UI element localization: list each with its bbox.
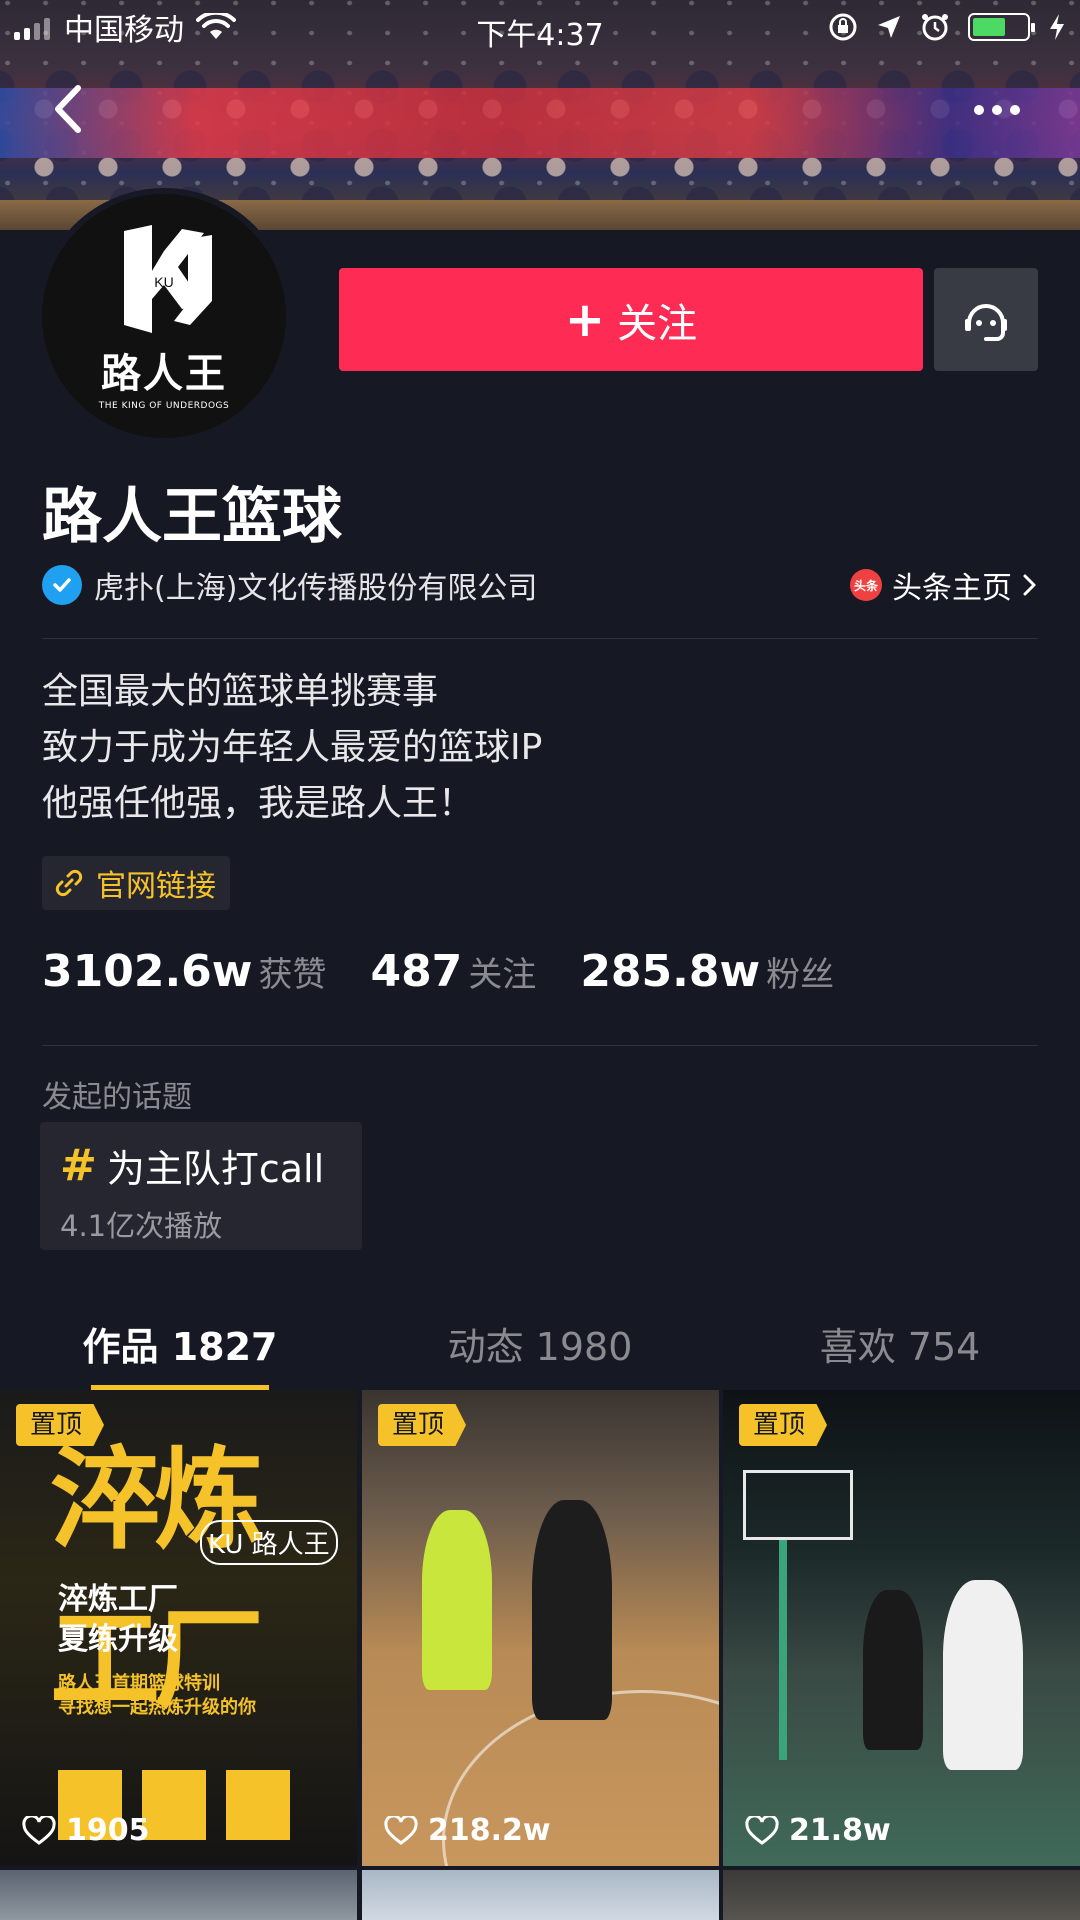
pinned-badge: 置顶 — [378, 1404, 467, 1446]
website-link-label: 官网链接 — [96, 869, 216, 904]
player-figure — [943, 1580, 1023, 1770]
stat-likes: 3102.6w 获赞 — [42, 946, 326, 997]
ku-logo-mark: KU — [124, 225, 212, 333]
heart-icon — [22, 1815, 56, 1845]
orientation-lock-icon — [829, 13, 857, 41]
link-icon — [55, 869, 83, 897]
pinned-badge: 置顶 — [16, 1404, 105, 1446]
hoop-pole — [779, 1540, 787, 1760]
bio-line: 全国最大的篮球单挑赛事 — [42, 671, 439, 712]
like-count-value: 1905 — [66, 1813, 150, 1848]
like-count: 21.8w — [745, 1813, 891, 1848]
stat-label: 关注 — [468, 955, 537, 995]
message-button[interactable] — [934, 268, 1038, 371]
verified-icon — [42, 565, 82, 605]
cover-banner — [0, 88, 1080, 158]
player-figure — [422, 1510, 492, 1690]
video-thumbnail[interactable] — [362, 1870, 719, 1920]
verification-row: 虎扑(上海)文化传播股份有限公司 头条 头条主页 — [42, 562, 1038, 608]
stat-followers[interactable]: 285.8w 粉丝 — [580, 946, 834, 997]
player-figure — [532, 1500, 612, 1720]
topic-name: 为主队打call — [106, 1147, 325, 1191]
topic-card[interactable]: # 为主队打call 4.1亿次播放 — [40, 1122, 362, 1250]
like-count: 218.2w — [384, 1813, 551, 1848]
svg-text:KU: KU — [154, 274, 173, 290]
logo-text: 路人王 — [101, 351, 227, 397]
toutiao-homepage-link[interactable]: 头条 头条主页 — [850, 563, 1038, 607]
poster-caption: 路人王首期篮球特训 寻找想一起热炼升级的你 — [58, 1673, 256, 1718]
profile-tabs: 作品 1827 动态 1980 喜欢 754 — [0, 1300, 1080, 1390]
player-figure — [863, 1590, 923, 1750]
chevron-right-icon — [1023, 574, 1036, 596]
like-count-value: 218.2w — [428, 1813, 551, 1848]
tab-activity[interactable]: 动态 1980 — [360, 1300, 720, 1390]
status-bar: 中国移动 下午4:37 — [0, 0, 1080, 54]
stat-label: 粉丝 — [766, 955, 835, 995]
stat-value: 3102.6w — [42, 946, 253, 997]
poster-subtitle: 淬炼工厂 夏练升级 — [58, 1582, 178, 1657]
video-thumbnail[interactable]: 置顶 218.2w — [362, 1390, 719, 1866]
signal-icon — [14, 14, 50, 40]
plus-icon: + — [564, 291, 606, 348]
divider — [42, 638, 1038, 639]
video-thumbnail[interactable]: 置顶 21.8w — [723, 1390, 1080, 1866]
carrier-name: 中国移动 — [64, 13, 184, 48]
bio-line: 他强任他强，我是路人王！ — [42, 783, 475, 824]
location-icon — [878, 16, 900, 38]
like-count: 1905 — [22, 1813, 150, 1848]
website-link[interactable]: 官网链接 — [42, 856, 230, 910]
verification-text: 虎扑(上海)文化传播股份有限公司 — [94, 571, 538, 606]
tab-works[interactable]: 作品 1827 — [0, 1300, 360, 1390]
topic-play-count: 4.1亿次播放 — [60, 1209, 223, 1243]
profile-name: 路人王篮球 — [42, 482, 342, 552]
heart-icon — [384, 1815, 418, 1845]
logo-tagline: THE KING OF UNDERDOGS — [98, 401, 230, 411]
pinned-badge: 置顶 — [739, 1404, 828, 1446]
stat-following[interactable]: 487 关注 — [370, 946, 536, 997]
alarm-icon — [922, 14, 948, 41]
toutiao-logo-icon: 头条 — [850, 569, 882, 601]
topics-title: 发起的话题 — [42, 1080, 192, 1115]
avatar[interactable]: KU 路人王 THE KING OF UNDERDOGS — [36, 188, 292, 444]
video-thumbnail[interactable] — [723, 1870, 1080, 1920]
tab-likes[interactable]: 喜欢 754 — [720, 1300, 1080, 1390]
poster-logo: KU 路人王 — [200, 1520, 338, 1565]
wifi-icon — [196, 13, 236, 39]
stat-label: 获赞 — [258, 955, 327, 995]
divider — [42, 1045, 1038, 1046]
profile-bio: 全国最大的篮球单挑赛事 致力于成为年轻人最爱的篮球IP 他强任他强，我是路人王！ — [42, 664, 542, 832]
charging-icon — [1050, 14, 1064, 40]
video-thumbnail[interactable] — [0, 1870, 357, 1920]
follow-button[interactable]: + 关注 — [339, 268, 923, 371]
video-thumbnail[interactable]: 淬炼工厂 KU 路人王 淬炼工厂 夏练升级 路人王首期篮球特训 寻找想一起热炼升… — [0, 1390, 357, 1866]
stat-value: 285.8w — [580, 946, 761, 997]
profile-stats: 3102.6w 获赞 487 关注 285.8w 粉丝 — [42, 946, 878, 997]
follow-label: 关注 — [617, 300, 698, 347]
hoop-backboard — [743, 1470, 853, 1540]
bio-line: 致力于成为年轻人最爱的篮球IP — [42, 727, 543, 768]
stat-value: 487 — [370, 946, 463, 997]
video-grid: 淬炼工厂 KU 路人王 淬炼工厂 夏练升级 路人王首期篮球特训 寻找想一起热炼升… — [0, 1390, 1080, 1920]
toutiao-link-label: 头条主页 — [892, 571, 1012, 606]
more-icon[interactable] — [974, 92, 1034, 128]
chat-bubble-icon — [965, 303, 1007, 341]
like-count-value: 21.8w — [789, 1813, 891, 1848]
heart-icon — [745, 1815, 779, 1845]
back-icon[interactable] — [46, 82, 90, 136]
hashtag-icon: # — [60, 1139, 97, 1191]
battery-icon — [968, 13, 1035, 41]
